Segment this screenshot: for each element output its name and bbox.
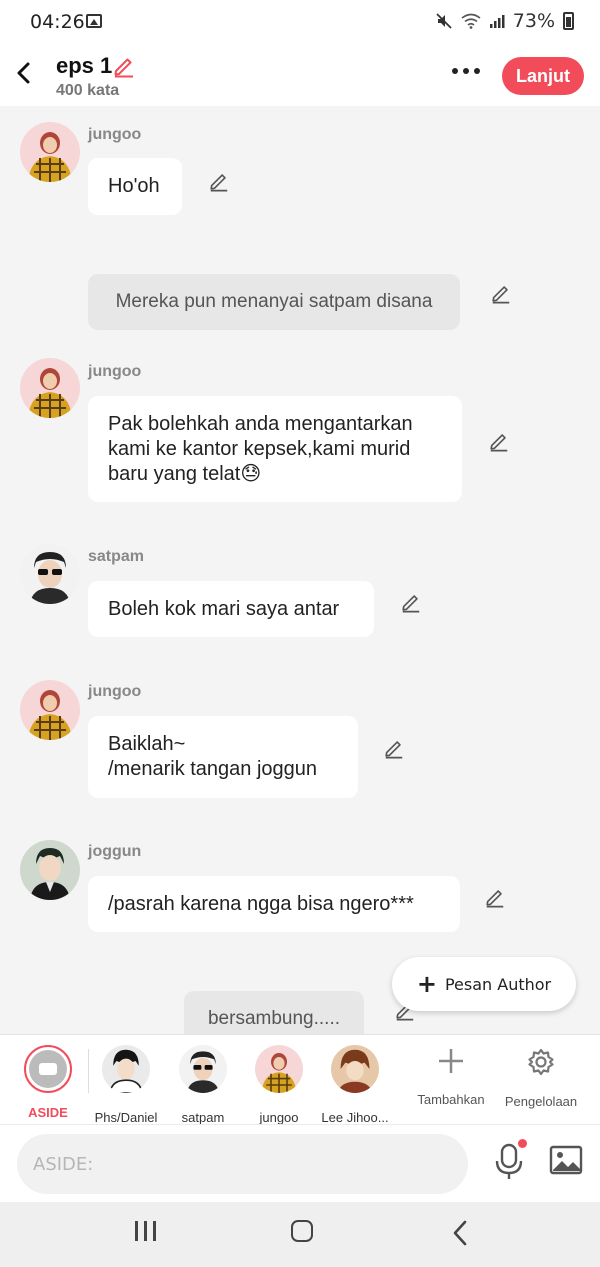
back-button[interactable] bbox=[12, 58, 36, 88]
gear-icon bbox=[528, 1048, 554, 1076]
pencil-icon[interactable] bbox=[488, 430, 510, 452]
recent-apps-icon[interactable] bbox=[135, 1221, 156, 1241]
plus-icon: + bbox=[416, 970, 437, 998]
edit-title-icon[interactable] bbox=[112, 54, 136, 78]
status-time: 04:26 bbox=[30, 11, 85, 33]
character-aside[interactable]: ASIDE bbox=[10, 1045, 86, 1120]
wifi-icon bbox=[461, 13, 481, 29]
system-nav-bar bbox=[0, 1202, 600, 1267]
message-bubble[interactable]: Ho'oh bbox=[88, 158, 182, 215]
avatar bbox=[179, 1045, 227, 1093]
nav-back-icon[interactable] bbox=[452, 1220, 468, 1246]
more-icon[interactable] bbox=[452, 68, 480, 74]
mute-icon bbox=[436, 13, 452, 29]
message-input[interactable] bbox=[17, 1134, 468, 1194]
mic-icon[interactable] bbox=[494, 1143, 524, 1181]
gallery-icon bbox=[86, 14, 102, 28]
avatar bbox=[255, 1045, 303, 1093]
status-bar: 04:26 73% bbox=[0, 0, 600, 44]
character-lee-jihoo[interactable]: Lee Jihoo... bbox=[317, 1045, 393, 1125]
character-label: Lee Jihoo... bbox=[321, 1110, 389, 1125]
aside-icon bbox=[24, 1045, 72, 1093]
avatar-jungoo[interactable] bbox=[20, 680, 80, 740]
character-label: Phs/Daniel bbox=[94, 1110, 158, 1125]
author-message-button[interactable]: + Pesan Author bbox=[392, 957, 576, 1011]
avatar bbox=[102, 1045, 150, 1093]
pencil-icon[interactable] bbox=[383, 737, 405, 759]
episode-title[interactable]: eps 1 bbox=[56, 53, 112, 79]
image-icon[interactable] bbox=[549, 1145, 583, 1175]
character-label: jungoo bbox=[259, 1110, 299, 1125]
avatar bbox=[331, 1045, 379, 1093]
narration-bubble[interactable]: Mereka pun menanyai satpam disana bbox=[88, 274, 460, 330]
plus-icon bbox=[439, 1049, 463, 1073]
add-label: Tambahkan bbox=[417, 1092, 485, 1107]
avatar-joggun[interactable] bbox=[20, 840, 80, 900]
avatar-jungoo[interactable] bbox=[20, 358, 80, 418]
recording-dot bbox=[518, 1139, 527, 1148]
message-bubble[interactable]: /pasrah karena ngga bisa ngero*** bbox=[88, 876, 460, 932]
signal-icon bbox=[489, 15, 505, 28]
status-indicators: 73% bbox=[435, 10, 574, 32]
author-message-label: Pesan Author bbox=[444, 974, 552, 994]
speaker-name: joggun bbox=[88, 843, 142, 860]
pencil-icon[interactable] bbox=[400, 591, 422, 613]
speaker-name: jungoo bbox=[88, 683, 142, 700]
character-label: satpam bbox=[181, 1110, 225, 1125]
character-bar: ASIDE Phs/Daniel satpam jungoo Lee Jihoo… bbox=[0, 1034, 600, 1125]
manage-label: Pengelolaan bbox=[504, 1094, 578, 1109]
pencil-icon[interactable] bbox=[208, 170, 230, 192]
message-bubble[interactable]: Baiklah~ /menarik tangan joggun bbox=[88, 716, 358, 798]
pencil-icon[interactable] bbox=[484, 886, 506, 908]
character-label: ASIDE bbox=[28, 1105, 68, 1120]
battery-percent: 73% bbox=[512, 10, 555, 32]
character-phs-daniel[interactable]: Phs/Daniel bbox=[88, 1045, 164, 1125]
add-character-button[interactable]: Tambahkan bbox=[406, 1047, 496, 1107]
composer-bar bbox=[0, 1124, 600, 1202]
speaker-name: jungoo bbox=[88, 363, 142, 380]
editor-header: eps 1 400 kata Lanjut bbox=[0, 44, 600, 106]
speaker-name: jungoo bbox=[88, 126, 142, 143]
chat-area[interactable]: jungoo Ho'oh Mereka pun menanyai satpam … bbox=[0, 106, 600, 1047]
avatar-jungoo[interactable] bbox=[20, 122, 80, 182]
manage-button[interactable]: Pengelolaan bbox=[496, 1047, 586, 1109]
word-count: 400 kata bbox=[56, 82, 120, 99]
avatar-satpam[interactable] bbox=[20, 544, 80, 604]
pencil-icon[interactable] bbox=[490, 282, 512, 304]
home-icon[interactable] bbox=[291, 1220, 313, 1242]
continue-button[interactable]: Lanjut bbox=[502, 57, 584, 95]
character-satpam[interactable]: satpam bbox=[165, 1045, 241, 1125]
message-bubble[interactable]: Boleh kok mari saya antar bbox=[88, 581, 374, 637]
character-jungoo[interactable]: jungoo bbox=[241, 1045, 317, 1125]
speaker-name: satpam bbox=[88, 548, 145, 565]
message-bubble[interactable]: Pak bolehkah anda mengantarkan kami ke k… bbox=[88, 396, 462, 502]
battery-icon bbox=[563, 12, 574, 30]
